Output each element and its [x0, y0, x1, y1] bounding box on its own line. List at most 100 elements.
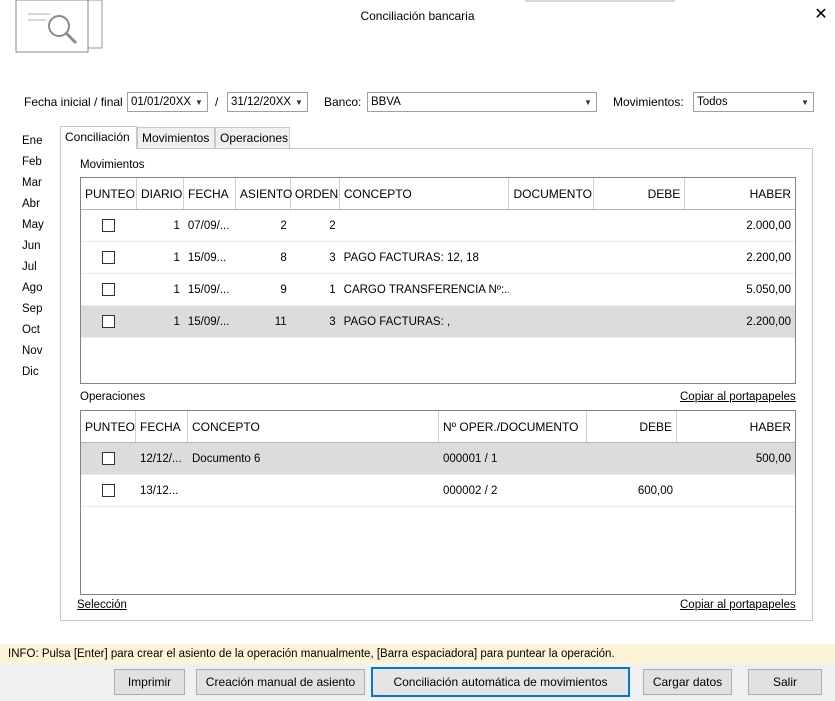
month-mar[interactable]: Mar: [22, 177, 52, 189]
movimiento-row[interactable]: 1 07/09/... 2 2 2.000,00: [81, 210, 795, 242]
fecha-label: Fecha inicial / final: [24, 95, 123, 109]
operacion-row-selected[interactable]: 12/12/... Documento 6 000001 / 1 500,00: [81, 443, 795, 475]
cell-fecha: 15/09/...: [187, 283, 230, 296]
col-orden[interactable]: ORDEN: [291, 178, 340, 209]
punteo-checkbox[interactable]: [102, 251, 116, 264]
cell-diario: 1: [173, 219, 180, 232]
movimientos-grid: PUNTEO DIARIO FECHA ASIENTO ORDEN CONCEP…: [80, 177, 796, 384]
month-may[interactable]: May: [22, 219, 52, 231]
month-dic[interactable]: Dic: [22, 366, 52, 378]
col-asiento[interactable]: ASIENTO: [236, 178, 292, 209]
title-bar-accent: [525, 0, 675, 2]
month-nov[interactable]: Nov: [22, 345, 52, 357]
col-concepto[interactable]: CONCEPTO: [340, 178, 510, 209]
col-debe[interactable]: DEBE: [594, 178, 686, 209]
col-diario[interactable]: DIARIO: [137, 178, 184, 209]
cell-fecha: 12/12/...: [140, 452, 182, 465]
cell-diario: 1: [173, 251, 180, 264]
movimientos-filter-combo[interactable]: Todos ▼: [693, 92, 814, 112]
cell-documento: 000001 / 1: [443, 452, 498, 465]
window-title: Conciliación bancaria: [360, 9, 475, 23]
punteo-checkbox[interactable]: [102, 315, 116, 328]
month-ene[interactable]: Ene: [22, 135, 52, 147]
cell-documento: 000002 / 2: [443, 484, 498, 497]
movimiento-row-selected[interactable]: 1 15/09/... 11 3 PAGO FACTURAS: , 2.200,…: [81, 306, 795, 338]
chevron-down-icon[interactable]: ▼: [291, 98, 307, 107]
col-documento[interactable]: Nº OPER./DOCUMENTO: [439, 411, 587, 442]
cell-concepto: Documento 6: [192, 452, 261, 465]
copiar-portapapeles-link[interactable]: Copiar al portapapeles: [680, 599, 796, 611]
salir-button[interactable]: Salir: [748, 669, 822, 695]
tab-conciliacion[interactable]: Conciliación: [60, 126, 137, 149]
cell-haber: 2.200,00: [746, 251, 791, 264]
chevron-down-icon[interactable]: ▼: [797, 98, 813, 107]
col-documento[interactable]: DOCUMENTO: [509, 178, 595, 209]
cell-documento: [509, 210, 594, 241]
month-oct[interactable]: Oct: [22, 324, 52, 336]
cell-fecha: 15/09...: [187, 251, 227, 264]
creacion-manual-button[interactable]: Creación manual de asiento: [196, 669, 365, 695]
cell-haber: 2.000,00: [746, 219, 791, 232]
movimiento-row[interactable]: 1 15/09/... 9 1 CARGO TRANSFERENCIA Nº:.…: [81, 274, 795, 306]
cell-haber: 5.050,00: [746, 283, 791, 296]
tab-operaciones[interactable]: Operaciones: [215, 127, 290, 148]
cargar-datos-button[interactable]: Cargar datos: [643, 669, 732, 695]
movimiento-row[interactable]: 1 15/09... 8 3 PAGO FACTURAS: 12, 18 2.2…: [81, 242, 795, 274]
punteo-checkbox[interactable]: [102, 484, 115, 497]
copiar-portapapeles-link[interactable]: Copiar al portapapeles: [680, 391, 796, 403]
conciliacion-automatica-button[interactable]: Conciliación automática de movimientos: [371, 667, 630, 697]
cell-documento: [509, 274, 594, 305]
operaciones-section-label: Operaciones: [80, 391, 146, 403]
month-ago[interactable]: Ago: [22, 282, 52, 294]
punteo-checkbox[interactable]: [102, 219, 116, 232]
month-feb[interactable]: Feb: [22, 156, 52, 168]
cell-orden: 2: [329, 219, 336, 232]
fecha-final-combo[interactable]: 31/12/20XX ▼: [227, 92, 308, 112]
chevron-down-icon[interactable]: ▼: [191, 98, 207, 107]
cell-haber: 500,00: [755, 452, 791, 465]
month-jun[interactable]: Jun: [22, 240, 52, 252]
operacion-row[interactable]: 13/12... 000002 / 2 600,00: [81, 475, 795, 507]
cell-orden: 3: [329, 315, 336, 328]
imprimir-button[interactable]: Imprimir: [114, 669, 185, 695]
close-icon[interactable]: ✕: [812, 4, 830, 24]
seleccion-link[interactable]: Selección: [77, 599, 127, 611]
movimientos-filter-value: Todos: [697, 96, 728, 108]
cell-asiento: 11: [274, 315, 287, 328]
tab-movimientos[interactable]: Movimientos: [137, 127, 215, 148]
col-haber[interactable]: HABER: [677, 411, 795, 442]
month-sep[interactable]: Sep: [22, 303, 52, 315]
cell-asiento: 9: [280, 283, 287, 296]
operaciones-header: PUNTEO FECHA CONCEPTO Nº OPER./DOCUMENTO…: [81, 411, 795, 443]
col-concepto[interactable]: CONCEPTO: [188, 411, 439, 442]
cell-debe: [587, 443, 677, 474]
col-haber[interactable]: HABER: [685, 178, 795, 209]
banco-combo[interactable]: BBVA ▼: [367, 92, 597, 112]
cell-haber: 2.200,00: [746, 315, 791, 328]
cell-debe: [594, 210, 685, 241]
movimientos-header: PUNTEO DIARIO FECHA ASIENTO ORDEN CONCEP…: [81, 178, 795, 210]
cell-asiento: 8: [280, 251, 287, 264]
punteo-checkbox[interactable]: [102, 452, 115, 465]
fecha-inicial-combo[interactable]: 01/01/20XX ▼: [127, 92, 208, 112]
cell-fecha: 07/09/...: [187, 219, 230, 232]
month-jul[interactable]: Jul: [22, 261, 52, 273]
col-punteo[interactable]: PUNTEO: [81, 178, 137, 209]
col-fecha[interactable]: FECHA: [136, 411, 188, 442]
fecha-final-value: 31/12/20XX: [231, 96, 291, 108]
cell-orden: 1: [329, 283, 336, 296]
info-bar: INFO: Pulsa [Enter] para crear el asient…: [0, 644, 835, 664]
col-fecha[interactable]: FECHA: [184, 178, 236, 209]
punteo-checkbox[interactable]: [102, 283, 116, 296]
cell-diario: 1: [173, 315, 180, 328]
month-abr[interactable]: Abr: [22, 198, 52, 210]
col-debe[interactable]: DEBE: [587, 411, 677, 442]
col-punteo[interactable]: PUNTEO: [81, 411, 136, 442]
chevron-down-icon[interactable]: ▼: [580, 98, 596, 107]
cell-fecha: 15/09/...: [187, 315, 230, 328]
banco-value: BBVA: [371, 96, 401, 108]
cell-documento: [509, 306, 594, 337]
movimientos-section-label: Movimientos: [80, 159, 145, 171]
movimientos-filter-label: Movimientos:: [613, 95, 684, 109]
cell-concepto: PAGO FACTURAS: 12, 18: [343, 251, 479, 264]
